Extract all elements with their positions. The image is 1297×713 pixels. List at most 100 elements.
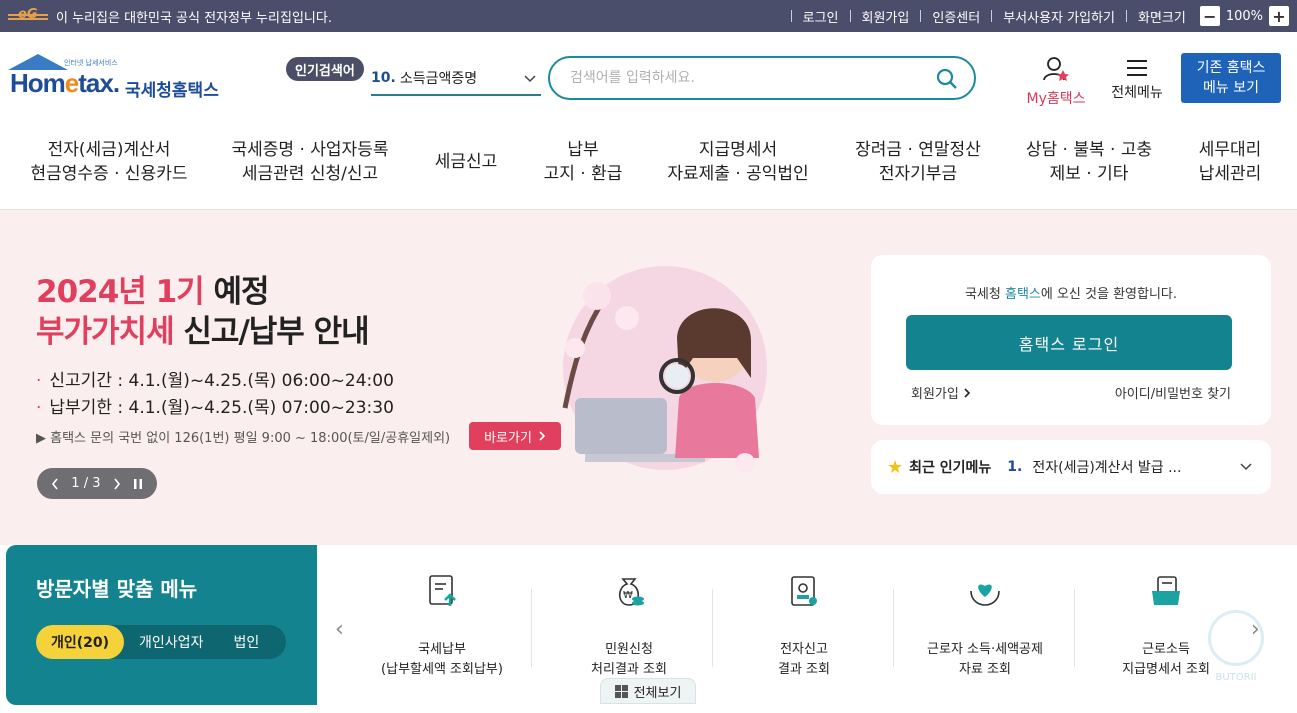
grid-icon [614, 684, 628, 698]
zoom-control: − 100% + [1199, 6, 1289, 26]
chevron-down-icon [524, 75, 536, 83]
zoom-out-button[interactable]: − [1199, 6, 1220, 26]
recent-title: 최근 인기메뉴 [909, 460, 992, 476]
pager-count: 1 / 3 [71, 476, 101, 491]
tab-individual[interactable]: 개인(20) [36, 625, 125, 659]
nav-item-tax-agent[interactable]: 세무대리납세관리 [1190, 138, 1270, 186]
nav-item-consult[interactable]: 상담 · 불복 · 고충 제보 · 기타 [1018, 138, 1160, 186]
nav-item-tax-filing[interactable]: 세금신고 [426, 150, 506, 174]
tab-corporation[interactable]: 법인 [218, 625, 274, 659]
recent-value: 전자(세금)계산서 발급 ... [1032, 460, 1182, 476]
tab-sole-proprietor[interactable]: 개인사업자 [124, 625, 218, 659]
chatbot-button[interactable]: BUTORII [1198, 610, 1274, 700]
quick-menu: ‹ › 국세납부 (납부할세액 조회납부) ₩ 민원신청 처리결과 조회 전자신… [317, 545, 1286, 705]
quick-item-deduction-data[interactable]: 근로자 소득·세액공제 자료 조회 [895, 573, 1075, 680]
main-nav: 전자(세금)계산서현금영수증 · 신용카드 국세증명 · 사업자등록세금관련 신… [0, 124, 1297, 210]
nav-item-year-end[interactable]: 장려금 · 연말정산전자기부금 [848, 138, 988, 186]
nav-line: 납세관리 [1198, 164, 1262, 184]
all-view-button[interactable]: 전체보기 [600, 678, 696, 704]
signup-link[interactable]: 회원가입 [911, 383, 971, 402]
signup-label: 회원가입 [911, 387, 959, 402]
chevron-left-icon[interactable] [51, 478, 59, 490]
nav-item-certificates[interactable]: 국세증명 · 사업자등록세금관련 신청/신고 [228, 138, 392, 186]
hero-illustration [562, 266, 767, 473]
quick-item-civil-request[interactable]: ₩ 민원신청 처리결과 조회 [539, 573, 719, 680]
hero-banner: 2024년 1기 예정 부가가치세 신고/납부 안내 · 신고기간 : 4.1.(… [0, 210, 1297, 545]
nav-line: 전자(세금)계산서 [47, 140, 171, 160]
divider [1074, 589, 1075, 667]
search-input[interactable] [570, 70, 910, 86]
utility-links: 로그인 회원가입 인증센터 부서사용자 가입하기 화면크기 − 100% + [780, 0, 1289, 32]
header: 인터넷 납세서비스 Hometax. 국세청홈택스 인기검색어 10. 소득금액… [0, 32, 1297, 124]
search-icon[interactable] [936, 68, 958, 90]
chevron-left-icon[interactable]: ‹ [335, 617, 344, 642]
hometax-login-button[interactable]: 홈택스 로그인 [906, 315, 1232, 370]
quick-item-line: 자료 조회 [959, 662, 1011, 677]
certificate-icon [791, 576, 817, 606]
hero-title-part: 신고/납부 안내 [173, 314, 369, 350]
my-hometax-button[interactable]: My홈택스 [1018, 56, 1094, 107]
logo-part: tax. [78, 68, 120, 98]
nav-line: 고지 · 환급 [543, 164, 623, 184]
folder-document-icon [1152, 576, 1180, 605]
pause-icon[interactable] [133, 478, 143, 490]
star-icon: ★ [887, 456, 904, 478]
divider [920, 10, 922, 22]
nav-line: 세금신고 [434, 152, 498, 172]
go-button-label: 바로가기 [484, 430, 532, 446]
welcome-text: 국세청 홈택스에 오신 것을 환영합니다. [871, 283, 1271, 302]
visitor-menu: 방문자별 맞춤 메뉴 개인(20) 개인사업자 법인 [6, 545, 317, 705]
quick-item-line: 국세납부 [418, 642, 466, 657]
chatbot-label: BUTORII [1215, 672, 1257, 683]
hero-bullet: · 신고기간 : 4.1.(월)~4.25.(목) 06:00~24:00 [36, 371, 394, 391]
find-id-password-link[interactable]: 아이디/비밀번호 찾기 [1115, 383, 1231, 402]
hamburger-icon [1127, 60, 1147, 76]
zoom-in-button[interactable]: + [1269, 6, 1289, 26]
dept-user-signup-link[interactable]: 부서사용자 가입하기 [1003, 7, 1115, 26]
money-bag-icon: ₩ [618, 578, 644, 606]
svg-text:₩: ₩ [623, 590, 633, 601]
hero-title-part: 2024년 1기 [36, 274, 205, 310]
gov-bar: eG 이 누리집은 대한민국 공식 전자정부 누리집입니다. 로그인 회원가입 … [0, 0, 1297, 32]
quick-item-line: 근로자 소득·세액공제 [927, 642, 1043, 657]
hometax-logo[interactable]: 인터넷 납세서비스 Hometax. 국세청홈택스 [8, 54, 223, 104]
nav-line: 장려금 · 연말정산 [855, 140, 981, 160]
nav-line: 현금영수증 · 신용카드 [30, 164, 188, 184]
login-link[interactable]: 로그인 [803, 7, 839, 26]
popular-search-select[interactable]: 10. 소득금액증명 [371, 62, 541, 96]
nav-line: 세금관련 신청/신고 [241, 164, 379, 184]
hero-bullet-text: 신고기간 : 4.1.(월)~4.25.(목) 06:00~24:00 [49, 371, 394, 391]
divider [712, 589, 713, 667]
nav-line: 국세증명 · 사업자등록 [231, 140, 389, 160]
nav-item-e-invoice[interactable]: 전자(세금)계산서현금영수증 · 신용카드 [30, 138, 188, 186]
hero-note: ▶ 홈택스 문의 국번 없이 126(1번) 평일 9:00 ~ 18:00(토… [36, 431, 451, 446]
nav-line: 제보 · 기타 [1049, 164, 1129, 184]
nav-item-payment[interactable]: 납부고지 · 환급 [535, 138, 631, 186]
user-icon [1043, 57, 1069, 81]
hero-bullet: · 납부기한 : 4.1.(월)~4.25.(목) 07:00~23:30 [36, 398, 394, 418]
all-view-label: 전체보기 [633, 685, 682, 701]
nav-item-payment-statement[interactable]: 지급명세서 자료제출 · 공익법인 [662, 138, 814, 186]
signup-link[interactable]: 회원가입 [862, 7, 910, 26]
quick-item-e-filing[interactable]: 전자신고 결과 조회 [714, 573, 894, 680]
quick-item-tax-payment[interactable]: 국세납부 (납부할세액 조회납부) [352, 573, 532, 680]
nav-line: 지급명세서 [698, 140, 778, 160]
welcome-part: 에 오신 것을 환영합니다. [1040, 287, 1178, 302]
banner-pager: 1 / 3 [37, 468, 157, 499]
chevron-right-icon[interactable] [113, 478, 121, 490]
old-hometax-button[interactable]: 기존 홈택스 메뉴 보기 [1181, 53, 1281, 103]
nav-line: 납부 [567, 140, 599, 160]
my-prefix: My [1026, 91, 1047, 107]
logo-tagline: 인터넷 납세서비스 [64, 59, 118, 67]
quick-item-line: 민원신청 [605, 642, 653, 657]
recent-popular-menu[interactable]: ★ 최근 인기메뉴 1. 전자(세금)계산서 발급 ... [871, 440, 1271, 494]
nav-line: 전자기부금 [878, 164, 958, 184]
nav-line: 세무대리 [1198, 140, 1262, 160]
cert-center-link[interactable]: 인증센터 [932, 7, 980, 26]
all-menu-button[interactable]: 전체메뉴 [1104, 56, 1170, 106]
search-box [548, 56, 976, 100]
quick-item-line: (납부할세액 조회납부) [381, 662, 503, 677]
popular-rank: 10. [371, 70, 396, 86]
welcome-part: 홈택스 [1004, 287, 1041, 302]
hero-bullet-text: 납부기한 : 4.1.(월)~4.25.(목) 07:00~23:30 [49, 398, 394, 418]
